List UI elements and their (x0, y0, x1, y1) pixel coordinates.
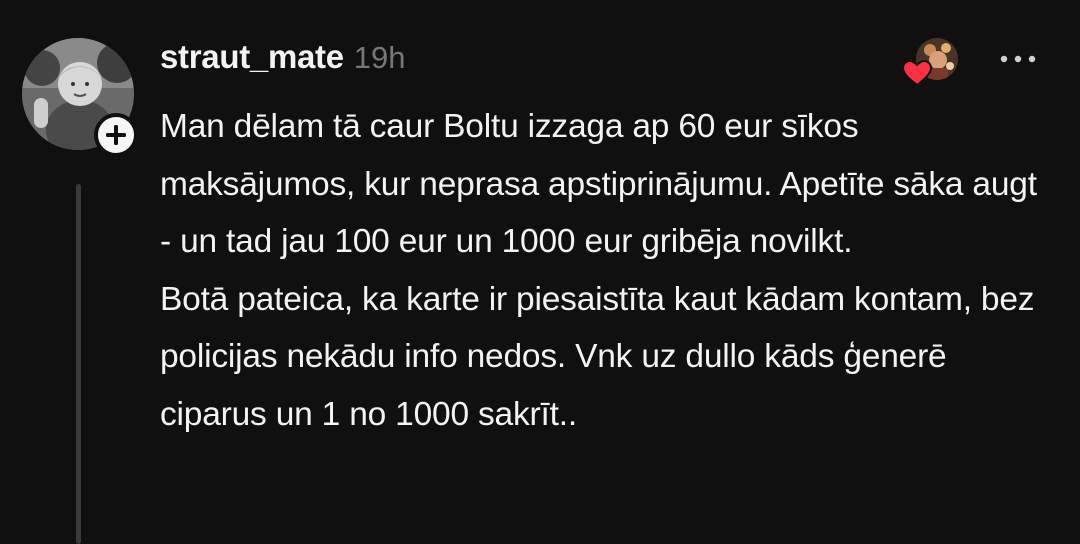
follow-button[interactable] (94, 113, 138, 157)
post-body: Man dēlam tā caur Boltu izzaga ap 60 eur… (160, 108, 1037, 433)
timestamp: 19h (353, 40, 406, 75)
post-header: straut_mate 19h (160, 38, 406, 82)
more-dots-icon (1000, 55, 1036, 63)
username[interactable]: straut_mate (160, 38, 344, 76)
plus-icon (106, 125, 126, 145)
heart-icon[interactable] (902, 60, 932, 86)
thread-line (76, 184, 81, 544)
more-options-button[interactable] (994, 44, 1042, 74)
